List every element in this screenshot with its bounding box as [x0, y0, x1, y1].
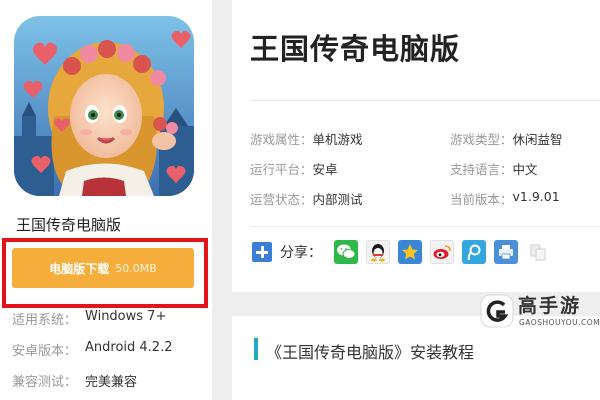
download-highlight-frame: 电脑版下载 50.0MB	[2, 238, 208, 308]
page-title: 王国传奇电脑版	[250, 32, 461, 66]
weibo-icon[interactable]	[430, 240, 454, 264]
attr-value: 休闲益智	[512, 132, 563, 147]
download-button[interactable]: 电脑版下载 50.0MB	[12, 248, 194, 288]
meta-key: 适用系统：	[12, 313, 78, 328]
section-accent-bar	[254, 338, 258, 360]
share-bar: 分享：	[252, 240, 550, 264]
meta-value: Android 4.2.2	[85, 340, 173, 355]
print-icon[interactable]	[494, 240, 518, 264]
app-sidebar-card: 王国传奇电脑版 电脑版下载 50.0MB 适用系统： Windows 7+ 安卓…	[0, 0, 212, 400]
meta-key: 安卓版本：	[12, 344, 78, 359]
attr-value: 中文	[512, 162, 538, 177]
attr-game-type: 游戏类型： 休闲益智	[450, 129, 563, 148]
attr-key: 运行平台：	[250, 162, 313, 177]
download-button-label: 电脑版下载	[49, 261, 110, 276]
divider	[250, 100, 600, 101]
meta-key: 兼容测试：	[12, 375, 78, 390]
attr-key: 游戏属性：	[250, 132, 313, 147]
app-icon[interactable]	[14, 16, 194, 196]
watermark-brand: 高手游	[518, 295, 582, 317]
qq-icon[interactable]	[366, 240, 390, 264]
attr-platform: 运行平台： 安卓	[250, 159, 338, 178]
attr-value: 安卓	[312, 162, 338, 177]
attr-key: 当前版本：	[450, 192, 513, 207]
attr-key: 运营状态：	[250, 192, 313, 207]
wechat-icon[interactable]	[334, 240, 358, 264]
attr-key: 游戏类型：	[450, 132, 513, 147]
watermark: 高手游 GAOSHOUYOU.COM	[478, 290, 600, 336]
meta-value: Windows 7+	[85, 309, 167, 324]
divider	[250, 226, 600, 227]
attr-version: 当前版本： v1.9.01	[450, 189, 560, 208]
attr-status: 运营状态： 内部测试	[250, 189, 363, 208]
attr-key: 支持语言：	[450, 162, 513, 177]
tencent-weibo-icon[interactable]	[462, 240, 486, 264]
attr-value: 单机游戏	[312, 132, 363, 147]
attr-value: 内部测试	[312, 192, 363, 207]
meta-value: 完美兼容	[85, 375, 138, 390]
meta-row-system: 适用系统： Windows 7+	[12, 309, 166, 328]
watermark-domain: GAOSHOUYOU.COM	[519, 318, 600, 327]
meta-row-compat: 兼容测试： 完美兼容	[12, 371, 137, 390]
attr-value: v1.9.01	[512, 189, 560, 204]
app-name: 王国传奇电脑版	[16, 216, 122, 234]
attr-game-property: 游戏属性： 单机游戏	[250, 129, 363, 148]
meta-row-android: 安卓版本： Android 4.2.2	[12, 340, 173, 359]
attr-language: 支持语言： 中文	[450, 159, 538, 178]
share-label: 分享：	[280, 245, 322, 261]
download-size: 50.0MB	[115, 261, 157, 275]
tutorial-title[interactable]: 《王国传奇电脑版》安装教程	[266, 339, 474, 363]
share-plus-icon[interactable]	[252, 242, 272, 262]
brand-logo-icon	[480, 294, 514, 328]
copy-icon[interactable]	[526, 240, 550, 264]
game-info-card: 王国传奇电脑版 游戏属性： 单机游戏 游戏类型： 休闲益智 运行平台： 安卓 支…	[232, 0, 600, 292]
qzone-icon[interactable]	[398, 240, 422, 264]
